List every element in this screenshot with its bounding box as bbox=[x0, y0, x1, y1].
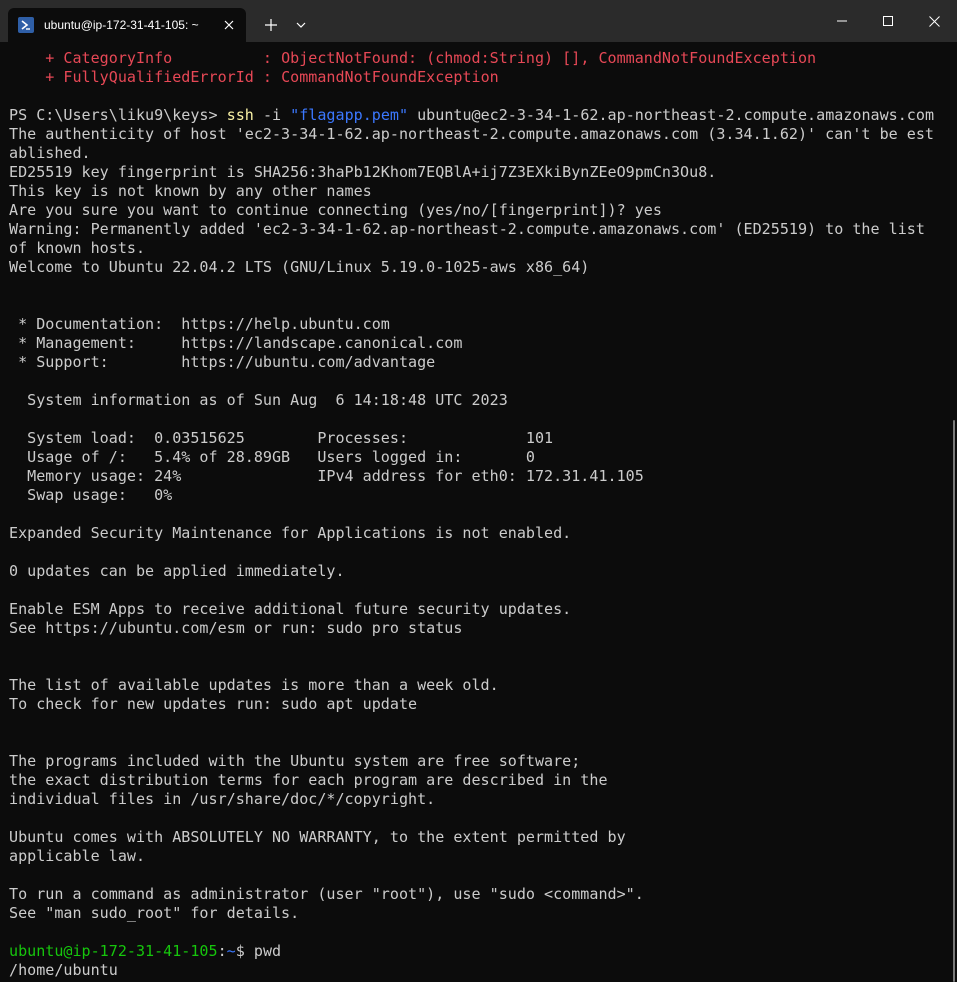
command-string-arg: "flagapp.pem" bbox=[290, 106, 409, 124]
output-line: Warning: Permanently added 'ec2-3-34-1-6… bbox=[9, 220, 925, 238]
close-icon bbox=[928, 15, 940, 27]
error-line: + CategoryInfo : ObjectNotFound: (chmod:… bbox=[9, 49, 949, 68]
output-line: ablished. bbox=[9, 144, 91, 162]
powershell-icon bbox=[18, 17, 34, 33]
error-value: ObjectNotFound: (chmod:String) [], Comma… bbox=[281, 49, 817, 67]
output-line: * Support: https://ubuntu.com/advantage bbox=[9, 353, 436, 371]
prompt-user-host: ubuntu@ip-172-31-41-105 bbox=[9, 942, 218, 960]
terminal-tab[interactable]: ubuntu@ip-172-31-41-105: ~ bbox=[8, 8, 246, 42]
output-line: applicable law. bbox=[9, 847, 146, 865]
powershell-command-line: PS C:\Users\liku9\keys> ssh -i "flagapp.… bbox=[9, 106, 949, 125]
output-line: the exact distribution terms for each pr… bbox=[9, 771, 608, 789]
output-line: * Management: https://landscape.canonica… bbox=[9, 334, 463, 352]
output-line: Welcome to Ubuntu 22.04.2 LTS (GNU/Linux… bbox=[9, 258, 590, 276]
output-line: * Documentation: https://help.ubuntu.com bbox=[9, 315, 390, 333]
tab-close-icon[interactable] bbox=[220, 16, 238, 34]
prompt-separator: : bbox=[217, 942, 227, 960]
terminal-output[interactable]: + CategoryInfo : ObjectNotFound: (chmod:… bbox=[9, 49, 949, 982]
output-line: 0 updates can be applied immediately. bbox=[9, 562, 345, 580]
output-line: System load: 0.03515625 Processes: 101 bbox=[9, 429, 554, 447]
error-value: CommandNotFoundException bbox=[281, 68, 499, 86]
output-line: Enable ESM Apps to receive additional fu… bbox=[9, 600, 572, 618]
maximize-button[interactable] bbox=[865, 0, 911, 42]
output-line: To run a command as administrator (user … bbox=[9, 885, 644, 903]
output-line: individual files in /usr/share/doc/*/cop… bbox=[9, 790, 436, 808]
maximize-icon bbox=[883, 16, 893, 26]
output-line: System information as of Sun Aug 6 14:18… bbox=[9, 391, 508, 409]
tab-title: ubuntu@ip-172-31-41-105: ~ bbox=[44, 18, 199, 32]
prompt-command: $ pwd bbox=[235, 942, 282, 960]
plus-icon bbox=[265, 19, 277, 31]
output-line: ED25519 key fingerprint is SHA256:3haPb1… bbox=[9, 163, 717, 181]
error-line: + FullyQualifiedErrorId : CommandNotFoun… bbox=[9, 68, 949, 87]
minimize-button[interactable] bbox=[819, 0, 865, 42]
output-line: This key is not known by any other names bbox=[9, 182, 372, 200]
command-name: ssh bbox=[226, 106, 254, 124]
new-tab-button[interactable] bbox=[256, 8, 286, 42]
output-line: The list of available updates is more th… bbox=[9, 676, 499, 694]
command-flag: -i bbox=[253, 106, 291, 124]
scrollbar[interactable] bbox=[953, 420, 955, 982]
error-label: + CategoryInfo : bbox=[9, 49, 282, 67]
command-host-arg: ubuntu@ec2-3-34-1-62.ap-northeast-2.comp… bbox=[408, 106, 935, 124]
output-line: The programs included with the Ubuntu sy… bbox=[9, 752, 581, 770]
output-line: To check for new updates run: sudo apt u… bbox=[9, 695, 418, 713]
output-line: Usage of /: 5.4% of 28.89GB Users logged… bbox=[9, 448, 535, 466]
prompt-directory: ~ bbox=[226, 942, 236, 960]
output-line: Memory usage: 24% IPv4 address for eth0:… bbox=[9, 467, 644, 485]
close-button[interactable] bbox=[911, 0, 957, 42]
output-line: of known hosts. bbox=[9, 239, 146, 257]
output-line: Ubuntu comes with ABSOLUTELY NO WARRANTY… bbox=[9, 828, 626, 846]
output-line: Expanded Security Maintenance for Applic… bbox=[9, 524, 572, 542]
output-line: See https://ubuntu.com/esm or run: sudo … bbox=[9, 619, 463, 637]
bash-prompt-line: ubuntu@ip-172-31-41-105:~$ pwd bbox=[9, 942, 949, 961]
error-label: + FullyQualifiedErrorId : bbox=[9, 68, 282, 86]
output-line: See "man sudo_root" for details. bbox=[9, 904, 300, 922]
command-output: /home/ubuntu bbox=[9, 961, 118, 979]
powershell-prompt: PS C:\Users\liku9\keys> bbox=[9, 106, 227, 124]
output-line: Are you sure you want to continue connec… bbox=[9, 201, 662, 219]
minimize-icon bbox=[837, 20, 847, 22]
title-bar: ubuntu@ip-172-31-41-105: ~ bbox=[0, 0, 957, 42]
window-controls bbox=[819, 0, 957, 42]
tab-dropdown-button[interactable] bbox=[286, 8, 316, 42]
output-line: Swap usage: 0% bbox=[9, 486, 173, 504]
output-line: The authenticity of host 'ec2-3-34-1-62.… bbox=[9, 125, 934, 143]
chevron-down-icon bbox=[296, 22, 306, 28]
